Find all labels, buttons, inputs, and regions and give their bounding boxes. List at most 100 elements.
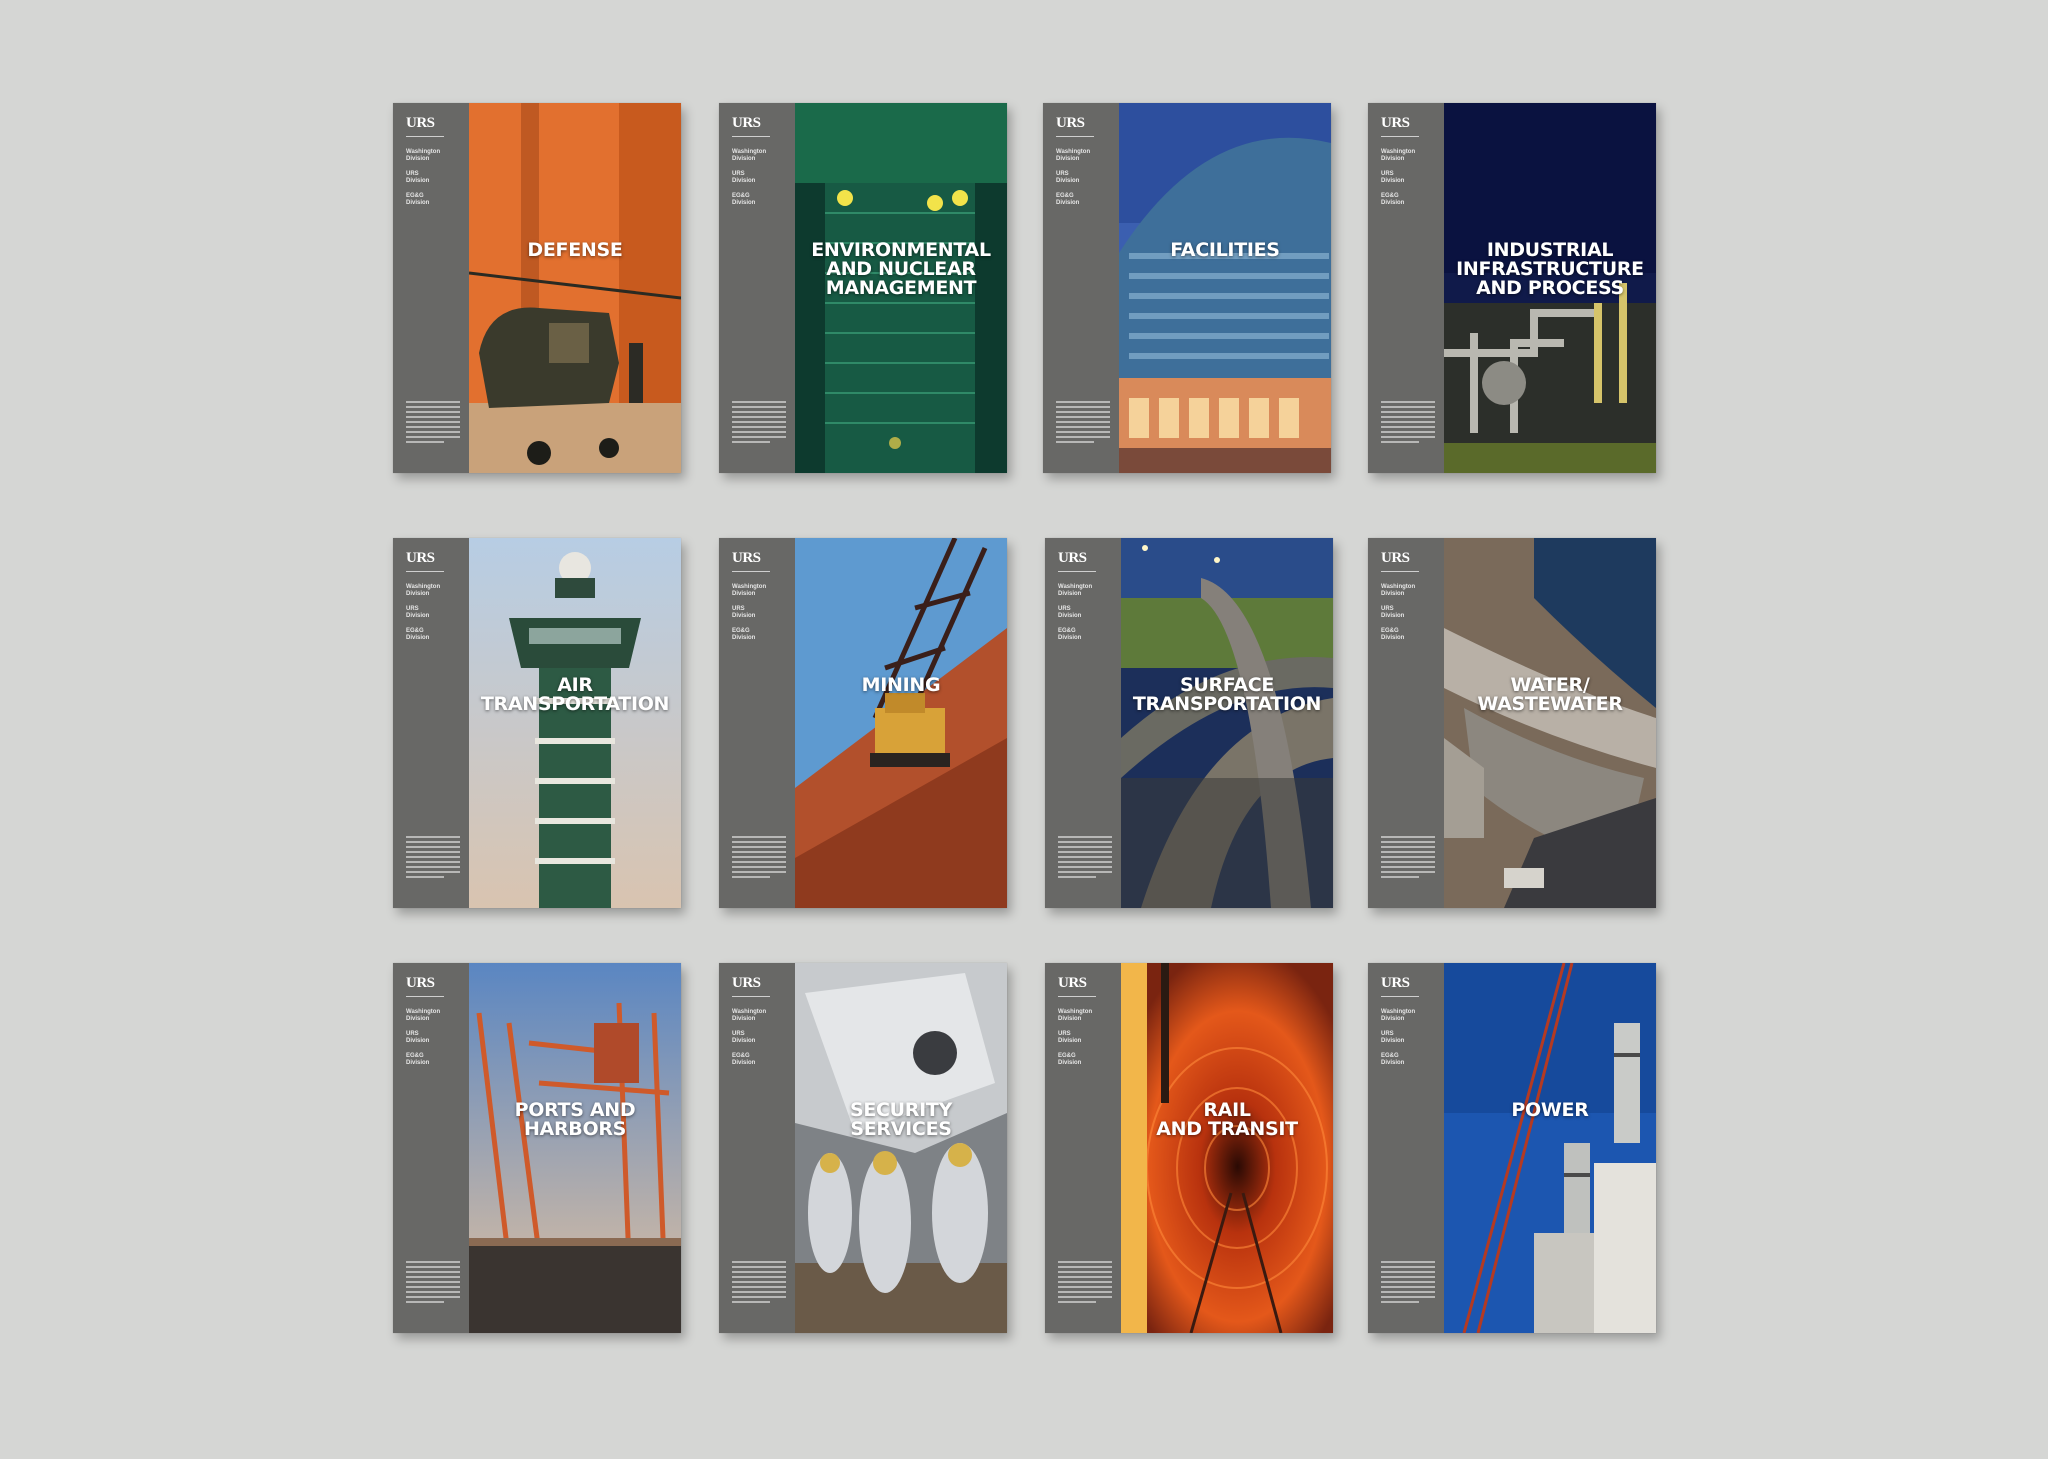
brochure-industrial-infrastructure-and-process: URS Washington Division URS Division EG&… <box>1368 103 1656 473</box>
division-egg: EG&G Division <box>1056 193 1080 206</box>
urs-logo: URS <box>1058 550 1087 566</box>
brochure-spine: URS Washington Division URS Division EG&… <box>1045 538 1121 908</box>
cover-title: WATER/ WASTEWATER <box>1477 674 1623 715</box>
logo-rule <box>406 996 444 997</box>
fine-print-blurb <box>1058 1261 1112 1306</box>
brochure-spine: URS Washington Division URS Division EG&… <box>719 538 795 908</box>
division-list: Washington Division URS Division EG&G Di… <box>1381 1009 1427 1075</box>
fine-print-blurb <box>1056 401 1110 446</box>
fine-print-blurb <box>1381 836 1435 881</box>
cover-photo-security-services: SECURITY SERVICES <box>795 963 1007 1333</box>
brochure-spine: URS Washington Division URS Division EG&… <box>1368 963 1444 1333</box>
logo-rule <box>1381 996 1419 997</box>
cover-photo-power: POWER <box>1444 963 1656 1333</box>
logo-rule <box>1058 571 1096 572</box>
division-washington: Washington Division <box>732 1009 767 1022</box>
brochure-spine: URS Washington Division URS Division EG&… <box>1043 103 1119 473</box>
division-urs: URS Division <box>406 606 430 619</box>
division-urs: URS Division <box>406 171 430 184</box>
division-list: Washington Division URS Division EG&G Di… <box>1381 149 1427 215</box>
cover-title: SURFACE TRANSPORTATION <box>1132 674 1322 715</box>
division-urs: URS Division <box>1381 606 1405 619</box>
cover-photo-surface-transportation: SURFACE TRANSPORTATION <box>1121 538 1333 908</box>
cover-title: AIR TRANSPORTATION <box>480 674 670 715</box>
brochure-spine: URS Washington Division URS Division EG&… <box>1045 963 1121 1333</box>
brochure-facilities: URS Washington Division URS Division EG&… <box>1043 103 1331 473</box>
urs-logo: URS <box>1056 115 1085 131</box>
cover-photo-ports-and-harbors: PORTS AND HARBORS <box>469 963 681 1333</box>
brochure-mining: URS Washington Division URS Division EG&… <box>719 538 1007 908</box>
fine-print-blurb <box>406 1261 460 1306</box>
division-egg: EG&G Division <box>1381 1053 1405 1066</box>
division-washington: Washington Division <box>1381 584 1416 597</box>
division-urs: URS Division <box>1381 1031 1405 1044</box>
cover-title: FACILITIES <box>1170 239 1280 261</box>
division-list: Washington Division URS Division EG&G Di… <box>406 1009 452 1075</box>
cover-photo-facilities: FACILITIES <box>1119 103 1331 473</box>
cover-title: RAIL AND TRANSIT <box>1156 1099 1298 1140</box>
urs-logo: URS <box>1381 115 1410 131</box>
division-egg: EG&G Division <box>406 628 430 641</box>
division-egg: EG&G Division <box>732 193 756 206</box>
urs-logo: URS <box>406 115 435 131</box>
fine-print-blurb <box>1381 1261 1435 1306</box>
division-egg: EG&G Division <box>1381 193 1405 206</box>
division-urs: URS Division <box>1058 1031 1082 1044</box>
brochure-spine: URS Washington Division URS Division EG&… <box>393 963 469 1333</box>
division-urs: URS Division <box>406 1031 430 1044</box>
logo-rule <box>1058 996 1096 997</box>
brochure-spine: URS Washington Division URS Division EG&… <box>393 538 469 908</box>
cover-photo-environmental: ENVIRONMENTAL AND NUCLEAR MANAGEMENT <box>795 103 1007 473</box>
brochure-spine: URS Washington Division URS Division EG&… <box>393 103 469 473</box>
fine-print-blurb <box>406 401 460 446</box>
division-egg: EG&G Division <box>1058 1053 1082 1066</box>
fine-print-blurb <box>732 836 786 881</box>
division-list: Washington Division URS Division EG&G Di… <box>406 584 452 650</box>
division-washington: Washington Division <box>1058 584 1093 597</box>
cover-title: PORTS AND HARBORS <box>514 1099 636 1140</box>
division-urs: URS Division <box>1381 171 1405 184</box>
division-washington: Washington Division <box>1056 149 1091 162</box>
cover-photo-mining: MINING <box>795 538 1007 908</box>
cover-title: POWER <box>1511 1099 1589 1121</box>
fine-print-blurb <box>1381 401 1435 446</box>
division-urs: URS Division <box>732 606 756 619</box>
fine-print-blurb <box>1058 836 1112 881</box>
urs-logo: URS <box>1381 550 1410 566</box>
brochure-spine: URS Washington Division URS Division EG&… <box>719 103 795 473</box>
division-list: Washington Division URS Division EG&G Di… <box>732 584 778 650</box>
division-washington: Washington Division <box>732 584 767 597</box>
division-list: Washington Division URS Division EG&G Di… <box>1381 584 1427 650</box>
cover-photo-industrial: INDUSTRIAL INFRASTRUCTURE AND PROCESS <box>1444 103 1656 473</box>
division-list: Washington Division URS Division EG&G Di… <box>732 149 778 215</box>
division-washington: Washington Division <box>406 149 441 162</box>
division-urs: URS Division <box>1056 171 1080 184</box>
division-egg: EG&G Division <box>406 1053 430 1066</box>
logo-rule <box>406 136 444 137</box>
brochure-security-services: URS Washington Division URS Division EG&… <box>719 963 1007 1333</box>
division-egg: EG&G Division <box>406 193 430 206</box>
division-list: Washington Division URS Division EG&G Di… <box>1056 149 1102 215</box>
fine-print-blurb <box>406 836 460 881</box>
division-egg: EG&G Division <box>1381 628 1405 641</box>
brochure-spine: URS Washington Division URS Division EG&… <box>1368 538 1444 908</box>
urs-logo: URS <box>1381 975 1410 991</box>
brochure-environmental-and-nuclear-management: URS Washington Division URS Division EG&… <box>719 103 1007 473</box>
cover-title: INDUSTRIAL INFRASTRUCTURE AND PROCESS <box>1456 239 1644 299</box>
urs-logo: URS <box>732 975 761 991</box>
cover-title: ENVIRONMENTAL AND NUCLEAR MANAGEMENT <box>811 239 991 299</box>
brochure-spine: URS Washington Division URS Division EG&… <box>1368 103 1444 473</box>
brochure-air-transportation: URS Washington Division URS Division EG&… <box>393 538 681 908</box>
division-egg: EG&G Division <box>732 1053 756 1066</box>
division-list: Washington Division URS Division EG&G Di… <box>406 149 452 215</box>
division-washington: Washington Division <box>732 149 767 162</box>
fine-print-blurb <box>732 401 786 446</box>
division-urs: URS Division <box>732 1031 756 1044</box>
logo-rule <box>406 571 444 572</box>
brochure-ports-and-harbors: URS Washington Division URS Division EG&… <box>393 963 681 1333</box>
cover-photo-rail-and-transit: RAIL AND TRANSIT <box>1121 963 1333 1333</box>
division-washington: Washington Division <box>1058 1009 1093 1022</box>
division-list: Washington Division URS Division EG&G Di… <box>732 1009 778 1075</box>
division-list: Washington Division URS Division EG&G Di… <box>1058 1009 1104 1075</box>
cover-photo-water-wastewater: WATER/ WASTEWATER <box>1444 538 1656 908</box>
